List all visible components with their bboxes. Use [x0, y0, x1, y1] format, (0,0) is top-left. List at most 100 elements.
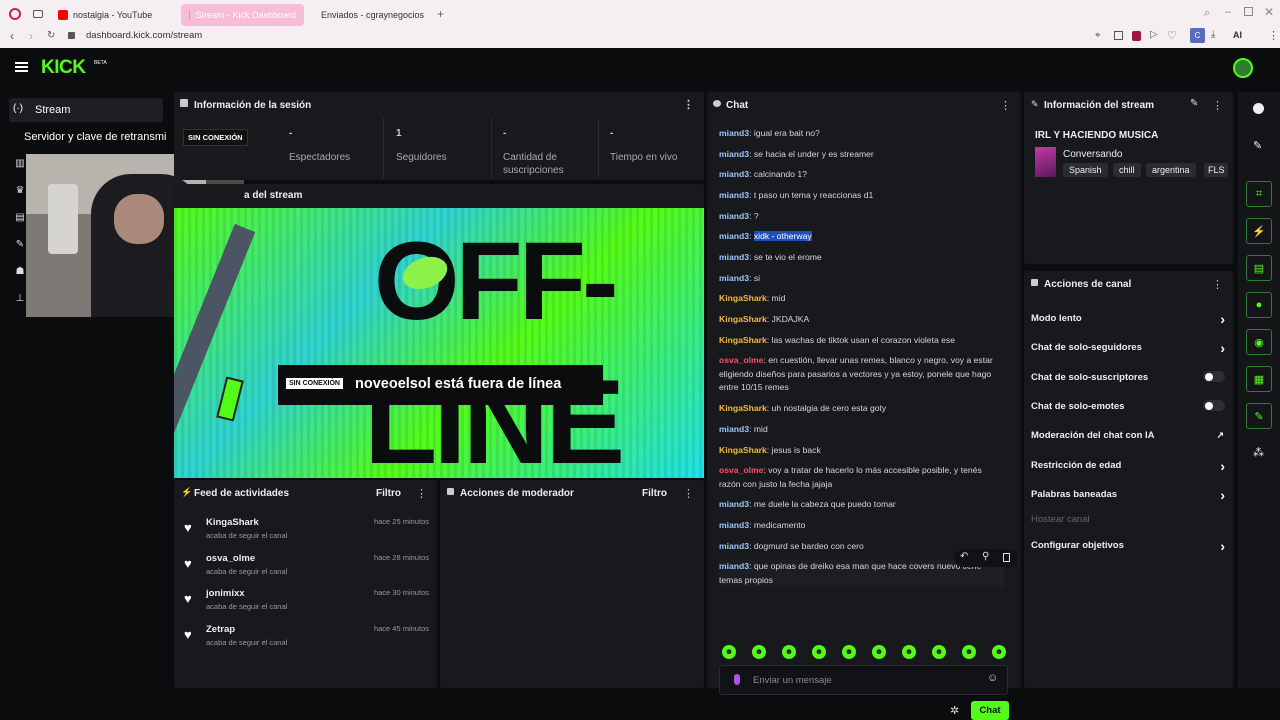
scan-icon[interactable]: ⌗	[1246, 181, 1272, 207]
user-avatar[interactable]	[1233, 58, 1253, 78]
document-icon[interactable]: ▤	[1246, 255, 1272, 281]
download-icon[interactable]: ⤓	[1211, 29, 1215, 40]
bookmark-icon[interactable]: ⌖	[1095, 30, 1101, 41]
heart-icon[interactable]: ♡	[1167, 29, 1177, 42]
hamburger-menu-icon[interactable]	[15, 62, 28, 72]
chat-input[interactable]: Enviar un mensaje ☺	[719, 665, 1008, 695]
emote-icon[interactable]: ☻	[722, 645, 736, 659]
chat-message: miand3: t paso un tema y reaccionas d1	[719, 190, 874, 200]
forward-icon[interactable]: ›	[29, 29, 33, 43]
pin-icon[interactable]: ⚲	[982, 551, 989, 562]
delete-icon[interactable]	[1003, 553, 1010, 562]
emote-icon[interactable]: ☻	[782, 645, 796, 659]
emoji-icon[interactable]: ☺	[987, 672, 998, 684]
subscribers-only-toggle[interactable]	[1203, 371, 1225, 382]
back-icon[interactable]: ‹	[10, 29, 14, 43]
panel-header: Información de la sesión Información de …	[174, 92, 704, 118]
shield-icon[interactable]	[1132, 31, 1141, 41]
chat-send-button[interactable]: Chat	[971, 701, 1009, 720]
info-icon[interactable]	[1253, 103, 1264, 114]
profile-avatar[interactable]: C	[1190, 28, 1205, 43]
tag[interactable]: Spanish	[1063, 163, 1108, 177]
heart-icon: ♥	[184, 591, 192, 606]
reply-icon[interactable]: ↶	[960, 551, 968, 562]
emotes-only-toggle[interactable]	[1203, 400, 1225, 411]
emote-icon[interactable]: ☻	[812, 645, 826, 659]
community-icon[interactable]: ☗	[13, 266, 27, 280]
ai-moderation-row[interactable]: Moderación del chat con IA ↗	[1031, 430, 1228, 441]
edit-icon[interactable]: ✎	[1190, 98, 1198, 109]
stream-info-more-icon[interactable]: ⋮	[1212, 99, 1223, 112]
tab-manager-icon[interactable]	[33, 10, 43, 18]
age-restriction-row[interactable]: Restricción de edad ›	[1031, 458, 1228, 474]
chevron-right-icon: ›	[1220, 340, 1225, 356]
trophy-icon[interactable]: ♛	[13, 185, 27, 199]
bolt-icon[interactable]: ⚡	[1246, 218, 1272, 244]
emote-icon[interactable]: ☻	[932, 645, 946, 659]
analytics-icon[interactable]: ▥	[13, 158, 27, 172]
category-name[interactable]: Conversando	[1063, 149, 1122, 160]
maximize-icon[interactable]	[1244, 7, 1253, 16]
minimize-icon[interactable]: –	[1225, 6, 1231, 18]
more-options-icon[interactable]: ⋮	[683, 98, 694, 111]
tab-kick-dashboard[interactable]: Stream - Kick Dashboard	[181, 4, 304, 26]
session-icon	[180, 99, 188, 107]
tab-gmail[interactable]: Enviados - cgraynegocios	[308, 4, 432, 26]
chat-more-icon[interactable]: ⋮	[1000, 99, 1011, 112]
kick-logo[interactable]: KICK	[41, 57, 86, 79]
emote-icon[interactable]: ☻	[962, 645, 976, 659]
sidebar-subitem-stream-key[interactable]: Servidor y clave de retransmi	[24, 131, 174, 143]
wrench-icon[interactable]: ✎	[13, 239, 27, 253]
menu-icon[interactable]: ⋮	[1268, 29, 1279, 42]
apps-icon[interactable]: ⁂	[1253, 446, 1264, 459]
preview-title: a del stream	[244, 190, 303, 201]
snapshot-icon[interactable]	[1114, 31, 1123, 40]
feed-filter-button[interactable]: Filtro	[376, 488, 401, 499]
chat-title: Chat	[726, 100, 749, 111]
tab-youtube[interactable]: nostalgia - YouTube	[50, 4, 176, 26]
goals-row[interactable]: Configurar objetivos ›	[1031, 538, 1228, 554]
chat-message: miand3: ?	[719, 211, 759, 221]
chat-settings-icon[interactable]: ✲	[950, 704, 959, 717]
emote-icon[interactable]: ☻	[872, 645, 886, 659]
opera-logo-icon[interactable]	[9, 8, 21, 20]
chat-message: miand3: igual era bait no?	[719, 128, 820, 138]
new-tab-icon[interactable]: +	[437, 7, 444, 21]
channel-actions-more-icon[interactable]: ⋮	[1212, 278, 1223, 291]
ai-button[interactable]: AI	[1233, 30, 1242, 40]
chat-bubble-icon[interactable]: ●	[1246, 292, 1272, 318]
broadcast-icon[interactable]: ◉	[1246, 329, 1272, 355]
tag[interactable]: argentina	[1146, 163, 1196, 177]
offline-banner-image: OFF- LINE	[174, 208, 704, 478]
slow-mode-row[interactable]: Modo lento ›	[1031, 311, 1228, 327]
stat-viewers: - Espectadores	[289, 128, 351, 163]
wrench-icon[interactable]: ✎	[1246, 403, 1272, 429]
chat-message: miand3: se hacia el under y es streamer	[719, 149, 874, 159]
subscribers-only-row: Chat de solo-suscriptores	[1031, 371, 1228, 383]
emote-icon[interactable]: ☻	[752, 645, 766, 659]
search-tabs-icon[interactable]: ⌕	[1204, 7, 1210, 20]
emote-icon[interactable]: ☻	[902, 645, 916, 659]
reload-icon[interactable]: ↻	[47, 30, 55, 41]
sidebar-item-stream[interactable]: (·) Stream	[9, 98, 163, 122]
tools-icon[interactable]: ⊥	[13, 293, 27, 307]
archive-icon[interactable]: ▦	[1246, 366, 1272, 392]
microphone-icon[interactable]	[734, 674, 740, 685]
tag[interactable]: chill	[1113, 163, 1141, 177]
mod-more-icon[interactable]: ⋮	[683, 487, 694, 500]
emote-icon[interactable]: ☻	[992, 645, 1006, 659]
feed-more-icon[interactable]: ⋮	[416, 487, 427, 500]
url-field[interactable]: dashboard.kick.com/stream	[86, 30, 202, 41]
channel-actions-icon	[1031, 279, 1038, 286]
mod-actions-title: Acciones de moderador	[460, 488, 574, 499]
followers-only-row[interactable]: Chat de solo-seguidores ›	[1031, 340, 1228, 356]
play-icon[interactable]: ▷	[1150, 29, 1158, 40]
chevron-right-icon: ›	[1220, 538, 1225, 554]
emote-icon[interactable]: ☻	[842, 645, 856, 659]
banned-words-row[interactable]: Palabras baneadas ›	[1031, 487, 1228, 503]
tag[interactable]: FLS	[1204, 163, 1228, 177]
mod-filter-button[interactable]: Filtro	[642, 488, 667, 499]
close-window-icon[interactable]: ✕	[1264, 5, 1274, 19]
pencil-icon[interactable]: ✎	[1253, 139, 1262, 152]
video-icon[interactable]: ▤	[13, 212, 27, 226]
